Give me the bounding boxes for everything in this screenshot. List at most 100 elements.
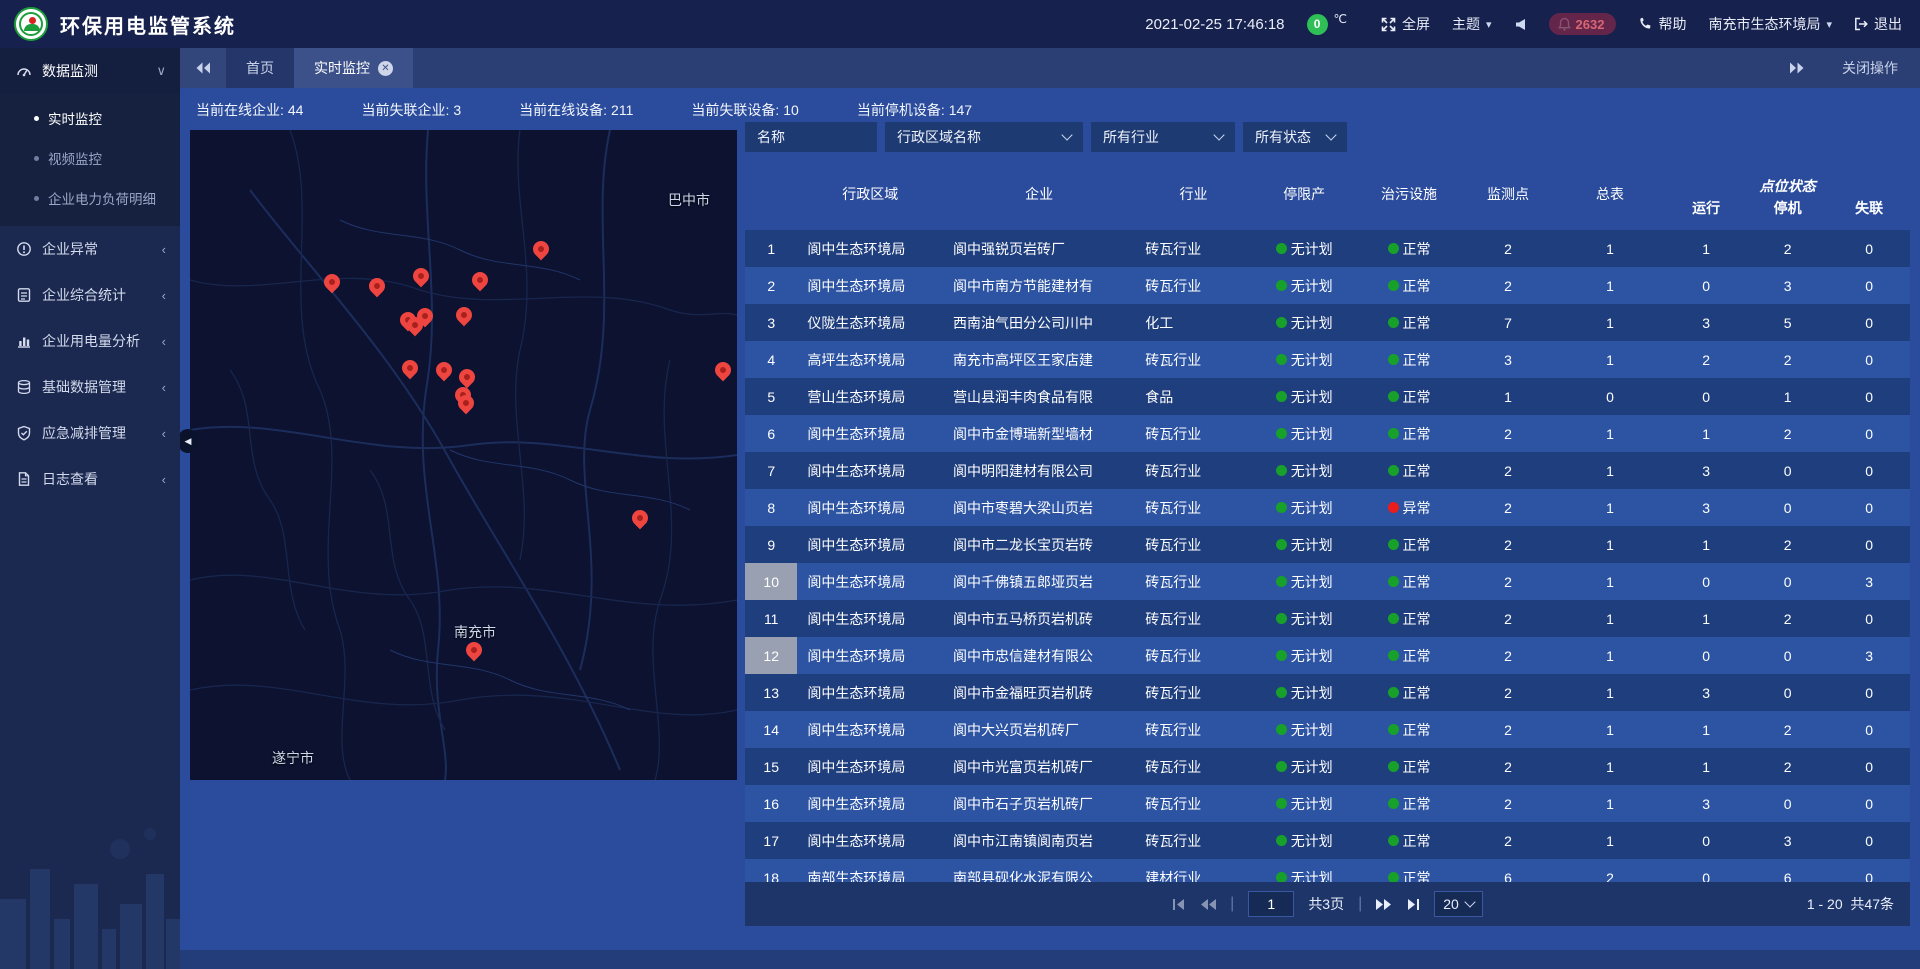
logout-button[interactable]: 退出: [1854, 14, 1902, 34]
sidebar-item-realtime-monitoring[interactable]: 实时监控: [0, 98, 180, 138]
cell-company: 南充市高坪区王家店建: [943, 341, 1135, 378]
status-dot-icon: [1388, 502, 1399, 513]
mute-button[interactable]: [1514, 18, 1527, 31]
bottom-strip: [180, 950, 1920, 969]
table-row[interactable]: 14阆中生态环境局阆中大兴页岩机砖厂砖瓦行业无计划正常21120: [745, 711, 1910, 748]
cell-run-count: 0: [1665, 637, 1747, 674]
column-header-stop: 停机: [1747, 198, 1829, 218]
tab-home[interactable]: 首页: [226, 48, 294, 88]
prev-page-button[interactable]: [1200, 898, 1216, 911]
last-page-button[interactable]: [1406, 898, 1420, 911]
tab-scroll-right-button[interactable]: [1774, 48, 1820, 88]
name-filter-input[interactable]: [745, 122, 877, 152]
table-row[interactable]: 2阆中生态环境局阆中市南方节能建材有砖瓦行业无计划正常21030: [745, 267, 1910, 304]
sidebar-item-data-monitoring[interactable]: 数据监测 ∨: [0, 48, 180, 94]
table-row[interactable]: 18南部生态环境局南部县砚化水泥有限公建材行业无计划正常62060: [745, 859, 1910, 882]
cell-meter-count: 2: [1555, 859, 1666, 882]
status-dot-icon: [1276, 465, 1287, 476]
cell-run-count: 3: [1665, 674, 1747, 711]
status-dot-icon: [1276, 835, 1287, 846]
region-filter-select[interactable]: 行政区域名称: [885, 122, 1083, 152]
table-row[interactable]: 11阆中生态环境局阆中市五马桥页岩机砖砖瓦行业无计划正常21120: [745, 600, 1910, 637]
org-dropdown[interactable]: 南充市生态环境局 ▾: [1708, 14, 1832, 34]
page-size-value: 20: [1443, 896, 1459, 912]
sidebar-item-video-monitoring[interactable]: 视频监控: [0, 138, 180, 178]
map-panel[interactable]: 巴中市南充市遂宁市: [190, 130, 737, 780]
status-dot-icon: [1388, 391, 1399, 402]
fullscreen-button[interactable]: 全屏: [1381, 14, 1430, 34]
sidebar-item-power-load-detail[interactable]: 企业电力负荷明细: [0, 178, 180, 218]
table-row[interactable]: 1阆中生态环境局阆中强锐页岩砖厂砖瓦行业无计划正常21120: [745, 230, 1910, 267]
column-header-production: 停限产: [1252, 184, 1357, 204]
name-input[interactable]: [757, 129, 865, 145]
table-row[interactable]: 9阆中生态环境局阆中市二龙长宝页岩砖砖瓦行业无计划正常21120: [745, 526, 1910, 563]
sidebar-item-log-view[interactable]: 日志查看 ‹: [0, 456, 180, 502]
cell-industry: 砖瓦行业: [1135, 341, 1252, 378]
sidebar-item-label: 企业电力负荷明细: [48, 188, 156, 208]
cell-facility-status: 正常: [1357, 785, 1462, 822]
tab-realtime-monitoring[interactable]: 实时监控 ✕: [294, 48, 413, 88]
page-size-select[interactable]: 20: [1434, 891, 1483, 917]
table-row[interactable]: 10阆中生态环境局阆中千佛镇五郎垭页岩砖瓦行业无计划正常21003: [745, 563, 1910, 600]
row-index: 4: [745, 341, 797, 378]
map-collapse-button[interactable]: ◀: [178, 429, 198, 453]
status-dot-icon: [1388, 354, 1399, 365]
app-logo-icon: [14, 7, 48, 41]
cell-meter-count: 1: [1555, 822, 1666, 859]
tab-bar: 首页 实时监控 ✕ 关闭操作: [180, 48, 1920, 88]
first-page-button[interactable]: [1172, 898, 1186, 911]
table-row[interactable]: 13阆中生态环境局阆中市金福旺页岩机砖砖瓦行业无计划正常21300: [745, 674, 1910, 711]
cell-facility-status: 正常: [1357, 230, 1462, 267]
cell-region: 阆中生态环境局: [797, 674, 943, 711]
table-row[interactable]: 4高坪生态环境局南充市高坪区王家店建砖瓦行业无计划正常31220: [745, 341, 1910, 378]
cell-offline-count: 0: [1828, 859, 1910, 882]
table-row[interactable]: 15阆中生态环境局阆中市光富页岩机砖厂砖瓦行业无计划正常21120: [745, 748, 1910, 785]
status-dot-icon: [1276, 613, 1287, 624]
help-button[interactable]: 帮助: [1638, 14, 1686, 34]
cell-run-count: 1: [1665, 711, 1747, 748]
temperature-unit: ℃: [1334, 12, 1347, 26]
row-index: 17: [745, 822, 797, 859]
cell-run-count: 0: [1665, 267, 1747, 304]
column-header-industry: 行业: [1135, 184, 1252, 204]
row-index: 18: [745, 859, 797, 882]
sidebar-item-emergency-reduction[interactable]: 应急减排管理 ‹: [0, 410, 180, 456]
table-row[interactable]: 6阆中生态环境局阆中市金博瑞新型墙材砖瓦行业无计划正常21120: [745, 415, 1910, 452]
close-icon[interactable]: ✕: [378, 61, 393, 76]
sidebar-item-enterprise-anomaly[interactable]: 企业异常 ‹: [0, 226, 180, 272]
cell-meter-count: 1: [1555, 304, 1666, 341]
table-row[interactable]: 17阆中生态环境局阆中市江南镇阆南页岩砖瓦行业无计划正常21030: [745, 822, 1910, 859]
cell-production-status: 无计划: [1252, 489, 1357, 526]
row-index: 9: [745, 526, 797, 563]
table-row[interactable]: 16阆中生态环境局阆中市石子页岩机砖厂砖瓦行业无计划正常21300: [745, 785, 1910, 822]
industry-filter-select[interactable]: 所有行业: [1091, 122, 1235, 152]
cell-facility-status: 正常: [1357, 563, 1462, 600]
status-filter-select[interactable]: 所有状态: [1243, 122, 1347, 152]
table-row[interactable]: 12阆中生态环境局阆中市忠信建材有限公砖瓦行业无计划正常21003: [745, 637, 1910, 674]
sidebar-item-power-usage-analysis[interactable]: 企业用电量分析 ‹: [0, 318, 180, 364]
cell-company: 阆中市金福旺页岩机砖: [943, 674, 1135, 711]
theme-dropdown[interactable]: 主题 ▾: [1452, 14, 1492, 34]
page-number-input[interactable]: [1248, 891, 1294, 917]
notification-badge[interactable]: 2632: [1549, 13, 1617, 35]
tab-scroll-left-button[interactable]: [180, 48, 226, 88]
notification-count: 2632: [1576, 17, 1605, 32]
cell-monitor-count: 7: [1461, 304, 1554, 341]
cell-company: 营山县润丰肉食品有限: [943, 378, 1135, 415]
next-page-button[interactable]: [1376, 898, 1392, 911]
table-row[interactable]: 3仪陇生态环境局西南油气田分公司川中化工无计划正常71350: [745, 304, 1910, 341]
table-row[interactable]: 5营山生态环境局营山县润丰肉食品有限食品无计划正常10010: [745, 378, 1910, 415]
table-row[interactable]: 8阆中生态环境局阆中市枣碧大梁山页岩砖瓦行业无计划异常21300: [745, 489, 1910, 526]
bullet-icon: [34, 156, 39, 161]
cell-monitor-count: 2: [1461, 600, 1554, 637]
cell-facility-status: 正常: [1357, 341, 1462, 378]
close-operations-button[interactable]: 关闭操作: [1820, 48, 1920, 88]
app-title: 环保用电监管系统: [60, 10, 236, 39]
sidebar-item-basic-data-management[interactable]: 基础数据管理 ‹: [0, 364, 180, 410]
cell-meter-count: 1: [1555, 452, 1666, 489]
table-row[interactable]: 7阆中生态环境局阆中明阳建材有限公司砖瓦行业无计划正常21300: [745, 452, 1910, 489]
cell-region: 仪陇生态环境局: [797, 304, 943, 341]
sidebar-item-enterprise-statistics[interactable]: 企业综合统计 ‹: [0, 272, 180, 318]
cell-industry: 砖瓦行业: [1135, 674, 1252, 711]
column-header-monitor: 监测点: [1461, 184, 1554, 204]
